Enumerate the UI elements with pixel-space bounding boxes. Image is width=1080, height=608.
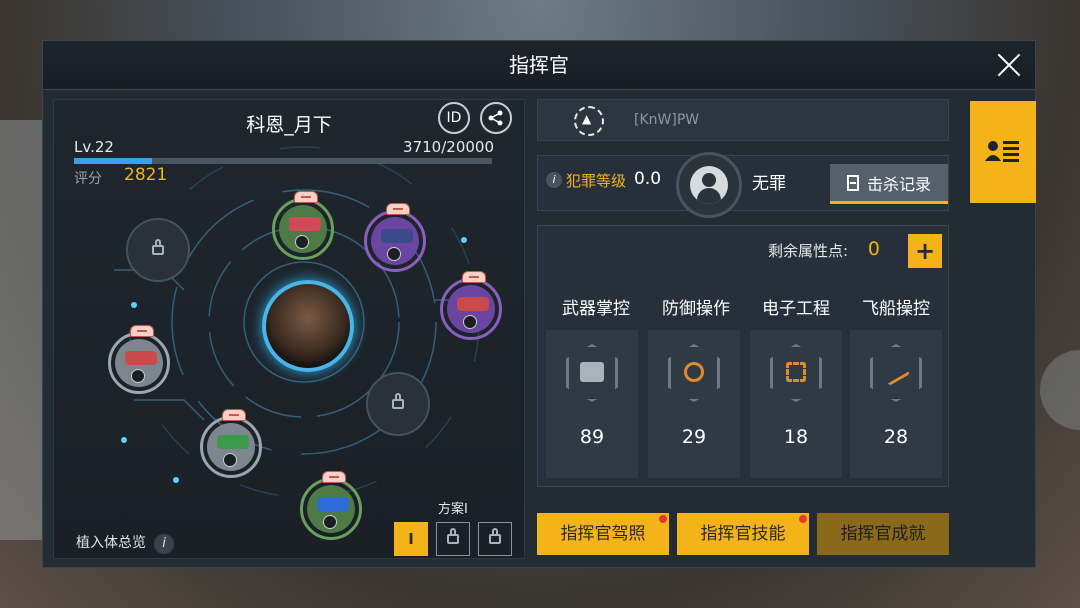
commander-panel: 指挥官 科恩_月下 ID Lv.22 3710/20000 评分 2821 植入… — [42, 40, 1036, 568]
weapon-icon — [580, 362, 604, 382]
lock-icon — [447, 528, 459, 544]
add-points-button[interactable]: + — [908, 234, 942, 268]
stat-title-defense: 防御操作 — [662, 299, 730, 319]
stat-value-electronics: 18 — [783, 426, 809, 448]
stat-card-weapon[interactable]: 89 — [546, 330, 638, 478]
stat-value-weapon: 89 — [579, 426, 605, 448]
commander-portrait — [262, 280, 354, 372]
crime-level-value: 0.0 — [634, 169, 662, 189]
implant-slot-1[interactable] — [272, 191, 334, 260]
commander-achievements-button[interactable]: 指挥官成就 — [817, 513, 949, 555]
stat-value-piloting: 28 — [883, 426, 909, 448]
plan-label: 方案I — [438, 502, 468, 517]
hourglass-icon — [846, 174, 859, 191]
implant-overview[interactable]: 植入体总览 i — [76, 532, 174, 554]
attributes-panel: [KnW]PW i 犯罪等级 0.0 无罪 击杀记录 剩余属性点: 0 + 武器… — [537, 99, 949, 559]
commander-license-button[interactable]: 指挥官驾照 — [537, 513, 669, 555]
implant-overview-label: 植入体总览 — [76, 535, 146, 551]
avatar — [676, 152, 742, 218]
stat-card-piloting[interactable]: 28 — [850, 330, 942, 478]
profile-card-tab[interactable] — [970, 101, 1036, 203]
implant-slot-locked-2[interactable] — [366, 372, 430, 436]
commander-achievements-label: 指挥官成就 — [840, 524, 926, 544]
commander-license-label: 指挥官驾照 — [560, 524, 646, 544]
plan-button-2-locked[interactable] — [436, 522, 470, 556]
info-icon[interactable]: i — [154, 534, 174, 554]
stat-card-defense[interactable]: 29 — [648, 330, 740, 478]
stats-box: 剩余属性点: 0 + 武器掌控 防御操作 电子工程 飞船操控 89 29 18 — [537, 225, 949, 487]
commander-skills-label: 指挥官技能 — [700, 524, 786, 544]
window-title: 指挥官 — [43, 41, 1035, 90]
guild-emblem-icon — [574, 106, 604, 136]
implant-slot-locked-1[interactable] — [126, 218, 190, 282]
implant-slot-4[interactable] — [108, 325, 170, 394]
remaining-points-value: 0 — [867, 238, 880, 260]
shield-icon — [684, 362, 704, 382]
implant-slot-3[interactable] — [440, 271, 502, 340]
stat-title-electronics: 电子工程 — [762, 299, 830, 319]
crime-status: 无罪 — [752, 174, 786, 194]
stat-card-electronics[interactable]: 18 — [750, 330, 842, 478]
close-button[interactable] — [991, 47, 1027, 83]
lock-icon — [392, 393, 404, 409]
lock-icon — [489, 528, 501, 544]
plan-button-3-locked[interactable] — [478, 522, 512, 556]
plan-button-1[interactable]: I — [394, 522, 428, 556]
kill-record-label: 击杀记录 — [866, 174, 931, 194]
person-icon — [690, 166, 728, 204]
chip-icon — [786, 362, 806, 382]
implant-slot-2[interactable] — [364, 203, 426, 272]
profile-panel: 科恩_月下 ID Lv.22 3710/20000 评分 2821 植入体总览 … — [53, 99, 525, 559]
crime-row: i 犯罪等级 0.0 无罪 击杀记录 — [537, 152, 949, 218]
commander-skills-button[interactable]: 指挥官技能 — [677, 513, 809, 555]
info-icon[interactable]: i — [546, 172, 562, 188]
guild-name: [KnW]PW — [634, 112, 700, 128]
remaining-points-label: 剩余属性点: — [767, 242, 848, 260]
crime-level-label: 犯罪等级 — [566, 172, 627, 190]
notification-dot — [799, 515, 807, 523]
implant-slot-5[interactable] — [200, 409, 262, 478]
stat-title-weapon: 武器掌控 — [562, 299, 630, 319]
implant-slot-6[interactable] — [300, 471, 362, 540]
stat-value-defense: 29 — [681, 426, 707, 448]
stat-title-piloting: 飞船操控 — [862, 299, 930, 319]
profile-card-icon — [985, 141, 1019, 162]
kill-record-button[interactable]: 击杀记录 — [830, 164, 948, 204]
lock-icon — [152, 239, 164, 255]
guild-row[interactable]: [KnW]PW — [537, 99, 949, 141]
notification-dot — [659, 515, 667, 523]
